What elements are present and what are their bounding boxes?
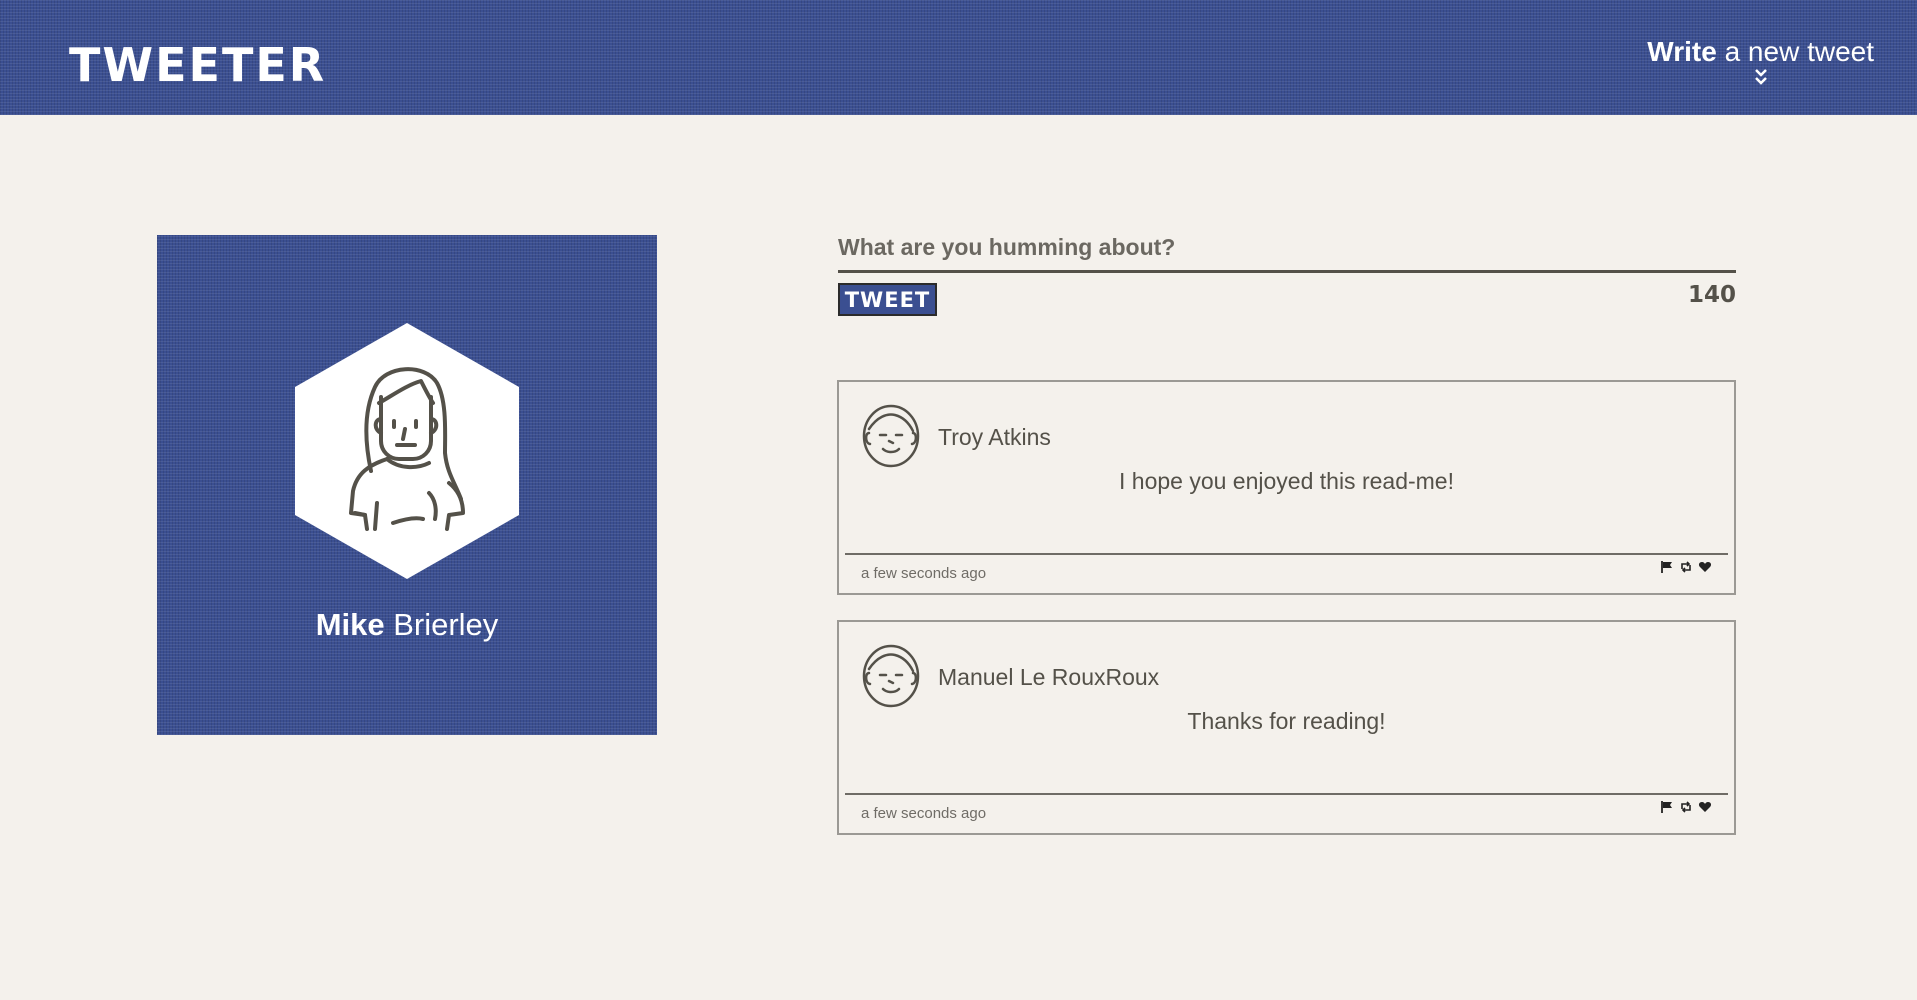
tweet-card: Troy Atkins I hope you enjoyed this read… xyxy=(837,380,1736,595)
tweet-list: Troy Atkins I hope you enjoyed this read… xyxy=(837,380,1736,860)
tweet-composer: TWEET 140 xyxy=(838,232,1736,316)
heart-icon[interactable] xyxy=(1698,800,1712,814)
man-face-icon xyxy=(862,404,920,468)
character-counter: 140 xyxy=(1687,282,1736,308)
brand-logo[interactable]: TWEETER xyxy=(69,38,326,92)
tweet-text: I hope you enjoyed this read-me! xyxy=(1119,468,1454,494)
tweet-divider xyxy=(845,553,1728,555)
tweet-button[interactable]: TWEET xyxy=(838,283,937,316)
tweet-actions xyxy=(1660,800,1712,814)
heart-icon[interactable] xyxy=(1698,560,1712,574)
man-face-icon xyxy=(862,644,920,708)
tweet-text: Thanks for reading! xyxy=(1187,708,1386,734)
compose-toggle-button[interactable]: Write a new tweet xyxy=(1647,36,1874,86)
profile-avatar xyxy=(295,323,519,579)
profile-last-name: Brierley xyxy=(384,607,499,642)
tweet-actions xyxy=(1660,560,1712,574)
double-chevron-down-icon xyxy=(1754,69,1767,85)
compose-toggle-label: Write a new tweet xyxy=(1647,36,1874,68)
tweet-timestamp: a few seconds ago xyxy=(861,565,987,582)
profile-first-name: Mike xyxy=(315,607,385,642)
woman-avatar-icon xyxy=(295,323,519,579)
flag-icon[interactable] xyxy=(1660,560,1674,574)
flag-icon[interactable] xyxy=(1660,800,1674,814)
tweet-card: Manuel Le RouxRoux Thanks for reading! a… xyxy=(837,620,1736,835)
profile-name: Mike Brierley xyxy=(157,607,657,643)
compose-toggle-rest: a new tweet xyxy=(1716,36,1874,67)
tweet-author[interactable]: Troy Atkins xyxy=(938,424,1051,451)
top-nav: TWEETER Write a new tweet xyxy=(0,0,1917,115)
compose-toggle-strong: Write xyxy=(1647,36,1717,67)
tweet-timestamp: a few seconds ago xyxy=(861,805,987,822)
retweet-icon[interactable] xyxy=(1679,560,1693,574)
tweet-author[interactable]: Manuel Le RouxRoux xyxy=(938,664,1159,691)
tweet-input[interactable] xyxy=(838,232,1736,273)
profile-card: Mike Brierley xyxy=(157,235,657,735)
retweet-icon[interactable] xyxy=(1679,800,1693,814)
tweet-divider xyxy=(845,793,1728,795)
